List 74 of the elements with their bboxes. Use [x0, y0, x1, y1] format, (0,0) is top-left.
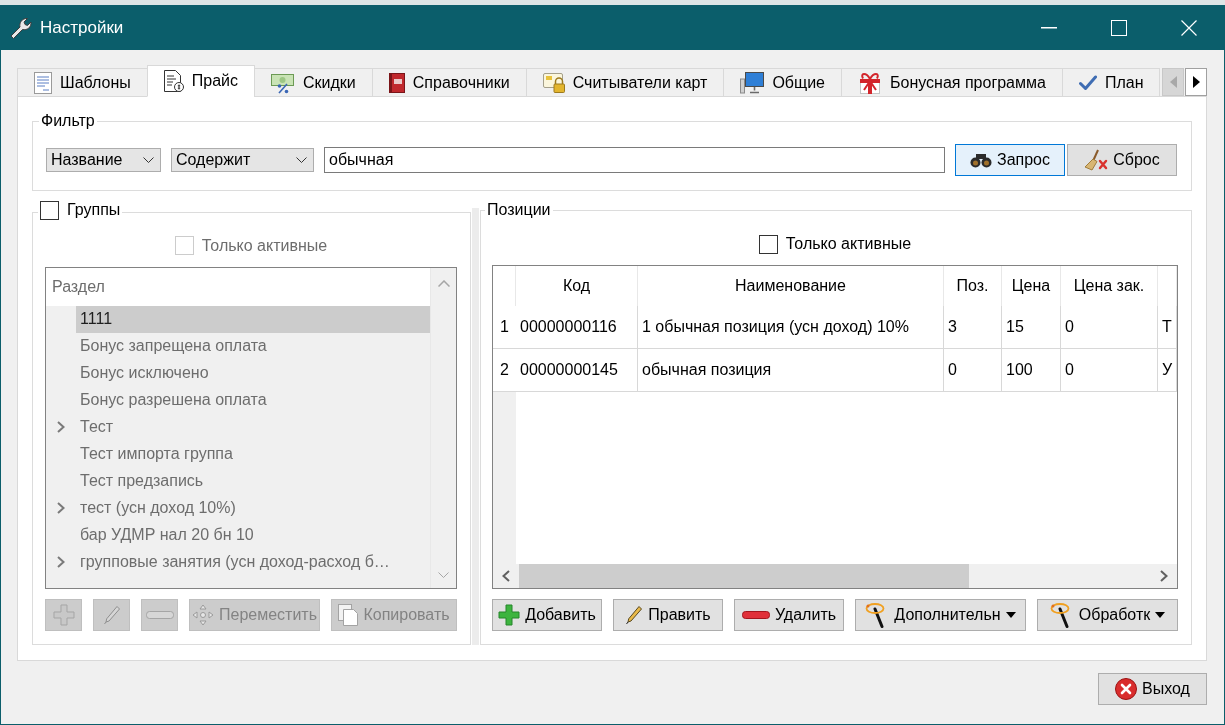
table-corner	[493, 266, 516, 306]
tab[interactable]: Шаблоны	[17, 68, 148, 97]
reset-button[interactable]: Сброс	[1067, 144, 1177, 176]
chevron-right-icon[interactable]	[1160, 570, 1168, 582]
delete-button[interactable]: Удалить	[734, 599, 844, 631]
triangle-right-icon	[1192, 76, 1200, 88]
checkbox-label[interactable]: Только активные	[785, 235, 912, 253]
edit-button[interactable]: Править	[613, 599, 723, 631]
close-icon	[1181, 19, 1197, 36]
chevron-left-icon[interactable]	[502, 570, 510, 582]
group-title: Фильтр	[40, 111, 96, 131]
table-cell: 100	[1002, 349, 1061, 392]
pencil-icon	[102, 605, 121, 625]
minus-icon	[741, 610, 770, 620]
condition-dropdown[interactable]: Содержит	[171, 148, 314, 172]
table-cell: 3	[944, 306, 1002, 349]
tab[interactable]: Общие	[723, 68, 842, 97]
group-title: Позиции	[486, 200, 552, 220]
broom-icon	[1084, 149, 1109, 171]
table-cell: 00000000145	[516, 349, 638, 392]
tab[interactable]: Прайс	[146, 65, 255, 97]
document-coin-icon	[163, 70, 184, 92]
x-circle-icon	[1115, 678, 1138, 700]
document-icon	[34, 71, 52, 94]
row-number: 1	[493, 306, 516, 349]
row-number: 2	[493, 349, 516, 392]
table-cell: 00000000116	[516, 306, 638, 349]
chevron-down-icon	[143, 157, 154, 163]
scroll-right-button[interactable]	[1185, 68, 1207, 96]
tab[interactable]: Бонусная программа	[841, 68, 1063, 97]
window-title: Настройки	[40, 17, 124, 38]
caret-down-icon	[1005, 612, 1016, 618]
table-cell: 15	[1002, 306, 1061, 349]
caret-down-icon	[1155, 612, 1166, 618]
gift-icon	[858, 71, 882, 94]
checkbox[interactable]	[758, 234, 778, 254]
table-cell: 0	[1061, 306, 1158, 349]
checkbox[interactable]	[40, 200, 59, 220]
plus-icon	[498, 604, 521, 626]
copy-icon	[338, 604, 359, 626]
check-icon	[1078, 74, 1097, 91]
search-field[interactable]: обычная	[324, 147, 945, 173]
banknote-percent-icon	[271, 71, 295, 94]
monitor-icon	[740, 71, 765, 94]
maximize-icon	[1111, 19, 1127, 36]
four-arrows-icon	[192, 604, 214, 626]
column-header: Раздел	[46, 267, 430, 306]
scrollbar-thumb[interactable]	[519, 564, 969, 588]
query-button[interactable]: Запрос	[955, 144, 1065, 176]
wrench-icon	[10, 16, 32, 39]
dropdown-button[interactable]: Дополнительн	[855, 599, 1026, 631]
plus-icon	[52, 604, 75, 626]
binoculars-icon	[970, 152, 992, 168]
tab[interactable]: Скидки	[254, 68, 373, 97]
checkbox-label[interactable]: Группы	[67, 200, 121, 220]
book-icon	[388, 72, 405, 93]
table-cell: У	[1158, 349, 1177, 392]
exit-button[interactable]: Выход	[1098, 673, 1207, 705]
splitter-handle[interactable]	[472, 208, 479, 645]
add-button[interactable]: Добавить	[492, 599, 602, 631]
table-cell: 1 обычная позиция (усн доход) 10%	[638, 306, 944, 349]
minus-icon	[145, 610, 174, 620]
table-cell: 0	[1061, 349, 1158, 392]
chevron-down-icon	[296, 157, 307, 163]
card-lock-icon	[542, 72, 565, 93]
pencil-icon	[625, 605, 644, 625]
minimize-icon	[1041, 26, 1057, 29]
field-dropdown[interactable]: Название	[46, 148, 161, 172]
triangle-left-icon	[1169, 76, 1177, 88]
dropdown-button[interactable]: Обработк	[1037, 599, 1178, 631]
table-cell: обычная позиция	[638, 349, 944, 392]
tab[interactable]: План	[1061, 68, 1161, 97]
table-cell: 0	[944, 349, 1002, 392]
table-cell: Т	[1158, 306, 1177, 349]
